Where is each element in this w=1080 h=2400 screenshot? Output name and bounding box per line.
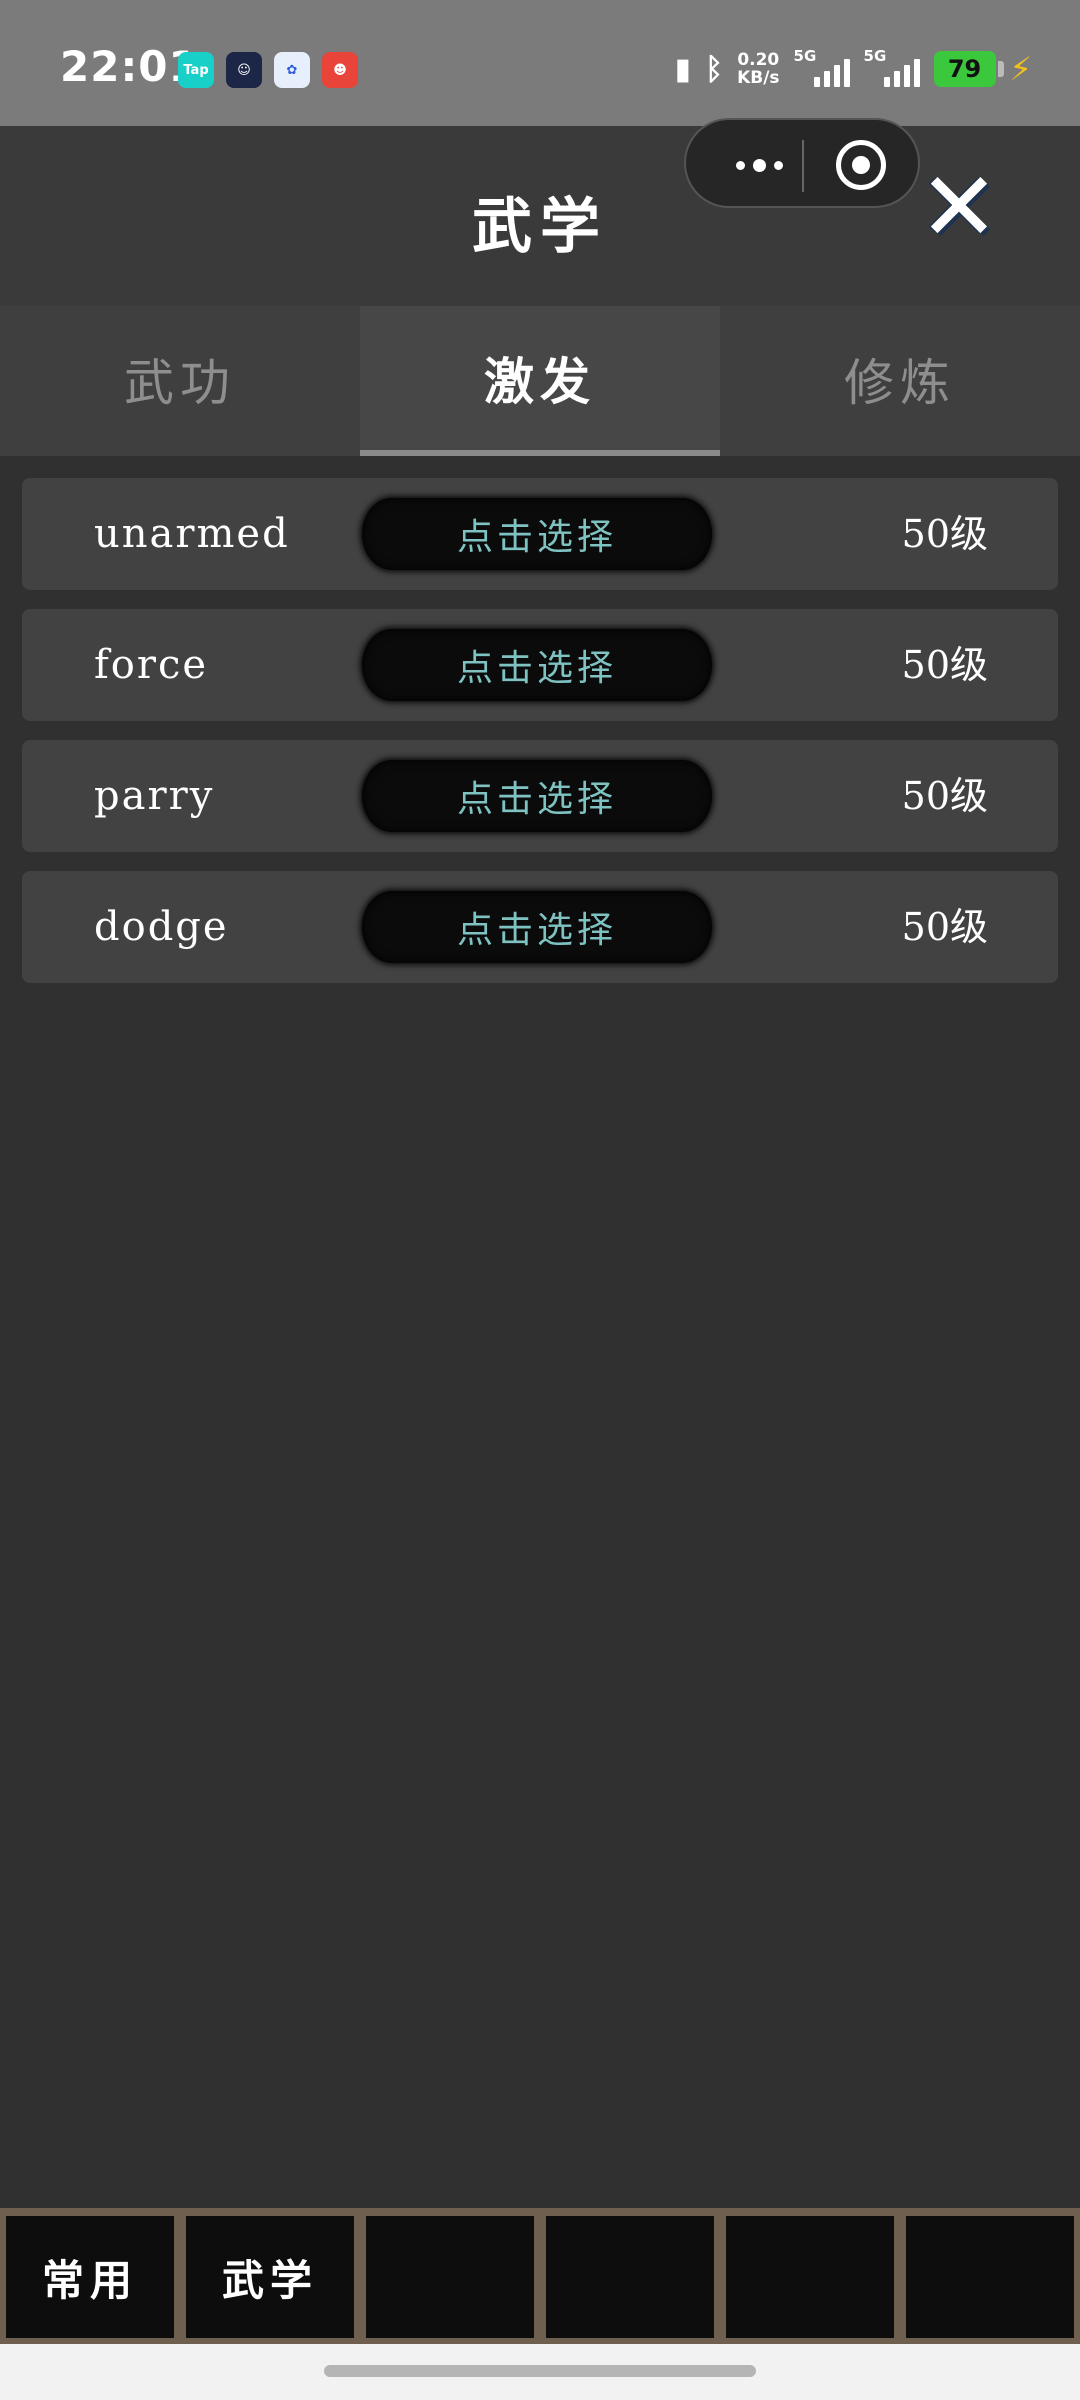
skill-name: parry bbox=[94, 773, 215, 819]
status-indicators: ▮ ᛒ 0.20 KB/s 5G 5G 79 ⚡ bbox=[675, 46, 1032, 92]
list-item: unarmed 点击选择 50级 bbox=[22, 478, 1058, 590]
tab-bar: 武功 激发 修炼 bbox=[0, 306, 1080, 456]
status-bar: 22:01 Tap ☺ ✿ ☻ ▮ ᛒ 0.20 KB/s 5G 5G 79 ⚡ bbox=[0, 0, 1080, 126]
nav-item-empty[interactable] bbox=[366, 2216, 534, 2338]
network-speed: 0.20 KB/s bbox=[737, 50, 780, 88]
skill-name: force bbox=[94, 642, 209, 688]
select-button[interactable]: 点击选择 bbox=[362, 760, 712, 832]
taptap-app-icon: Tap bbox=[178, 52, 214, 88]
vibrate-icon: ▮ bbox=[674, 51, 692, 87]
tab-xiulian[interactable]: 修炼 bbox=[720, 306, 1080, 452]
nav-item-wuxue[interactable]: 武学 bbox=[186, 2216, 354, 2338]
signal-icon: 5G bbox=[794, 47, 850, 89]
skill-list: unarmed 点击选择 50级 force 点击选择 50级 parry 点击… bbox=[22, 478, 1058, 1002]
list-item: parry 点击选择 50级 bbox=[22, 740, 1058, 852]
skill-level: 50级 bbox=[901, 512, 988, 556]
nav-item-empty[interactable] bbox=[906, 2216, 1074, 2338]
nav-item-empty[interactable] bbox=[546, 2216, 714, 2338]
exit-icon[interactable] bbox=[836, 140, 886, 190]
robot-app-icon: ☺ bbox=[226, 52, 262, 88]
baidu-app-icon: ✿ bbox=[274, 52, 310, 88]
bluetooth-icon: ᛒ bbox=[705, 51, 724, 87]
capsule-divider bbox=[802, 140, 804, 192]
nav-item-changyong[interactable]: 常用 bbox=[6, 2216, 174, 2338]
select-button[interactable]: 点击选择 bbox=[362, 498, 712, 570]
skill-level: 50级 bbox=[901, 905, 988, 949]
more-icon[interactable] bbox=[716, 138, 802, 192]
bottom-nav: 常用 武学 bbox=[0, 2208, 1080, 2344]
tab-wugong[interactable]: 武功 bbox=[0, 306, 360, 452]
tab-jifa[interactable]: 激发 bbox=[360, 306, 720, 456]
skill-level: 50级 bbox=[901, 643, 988, 687]
signal-icon: 5G bbox=[864, 47, 920, 89]
xiaohongshu-app-icon: ☻ bbox=[322, 52, 358, 88]
list-item: dodge 点击选择 50级 bbox=[22, 871, 1058, 983]
nav-item-empty[interactable] bbox=[726, 2216, 894, 2338]
home-indicator[interactable] bbox=[324, 2365, 756, 2377]
list-item: force 点击选择 50级 bbox=[22, 609, 1058, 721]
notification-icons: Tap ☺ ✿ ☻ bbox=[178, 52, 358, 88]
skill-name: unarmed bbox=[94, 511, 290, 557]
battery-icon: 79 bbox=[933, 51, 1004, 87]
select-button[interactable]: 点击选择 bbox=[362, 891, 712, 963]
select-button[interactable]: 点击选择 bbox=[362, 629, 712, 701]
skill-name: dodge bbox=[94, 904, 229, 950]
miniprogram-capsule bbox=[684, 118, 920, 208]
skill-level: 50级 bbox=[901, 774, 988, 818]
close-button[interactable]: ✕ bbox=[918, 159, 1000, 255]
charging-icon: ⚡ bbox=[1009, 50, 1032, 88]
